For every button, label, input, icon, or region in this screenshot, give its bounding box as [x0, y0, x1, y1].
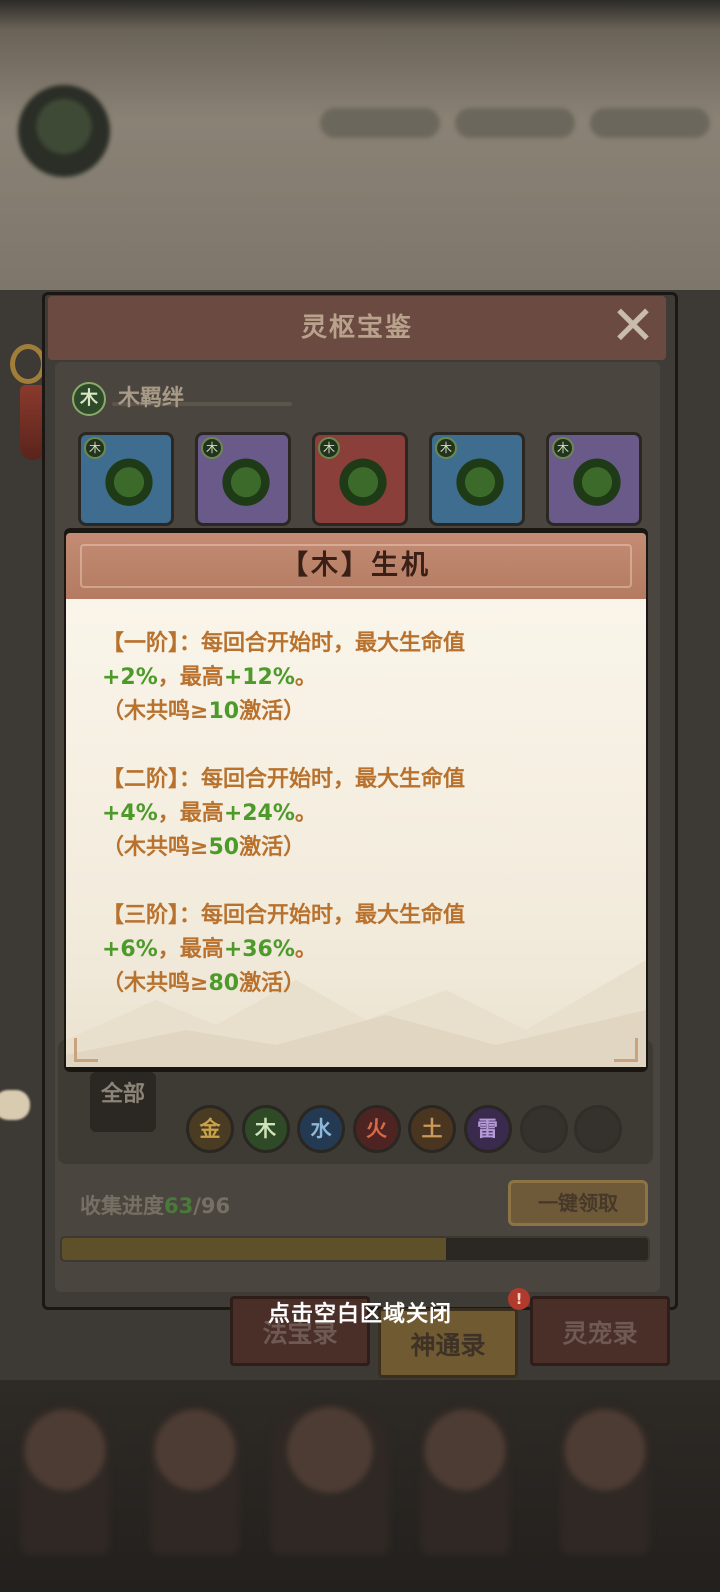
tier-head: 【三阶】：每回合开始时，最大生命值	[102, 903, 466, 928]
codex-panel-title: 灵枢宝鉴	[300, 313, 413, 343]
element-filter-2[interactable]: 木	[241, 1105, 290, 1153]
element-filter-4[interactable]: 火	[352, 1105, 401, 1153]
tier-mid: ，最高	[157, 937, 224, 962]
tassel-ring-ornament	[10, 344, 46, 384]
bond-label: 木羁绊	[118, 386, 185, 411]
character-portrait	[420, 1405, 510, 1555]
element-filter-3[interactable]: 水	[297, 1105, 345, 1153]
element-filter-5[interactable]: 土	[408, 1105, 456, 1153]
tier-condition: （木共鸣≥80激活）	[102, 967, 622, 1001]
currency-slot	[455, 108, 575, 138]
element-filter-1[interactable]: 金	[186, 1105, 234, 1153]
close-icon[interactable]: ✕	[605, 298, 661, 354]
tier-head: 【一阶】：每回合开始时，最大生命值	[102, 631, 466, 656]
player-avatar	[18, 85, 110, 177]
tier-condition: （木共鸣≥50激活）	[102, 831, 622, 865]
tier-condition: （木共鸣≥10激活）	[102, 695, 622, 729]
tier-max: +12%	[223, 665, 295, 690]
filter-all-button[interactable]: 全部	[90, 1072, 156, 1132]
progress-total: 96	[200, 1194, 231, 1218]
chat-bubble-icon[interactable]	[0, 1090, 30, 1120]
tier-cond-post: 激活）	[239, 699, 306, 724]
tier-cond-num: 50	[208, 835, 240, 860]
tier-2: 【二阶】：每回合开始时，最大生命值 +4%，最高+24%。 （木共鸣≥50激活）	[102, 763, 622, 865]
bond-card[interactable]: 木	[546, 432, 642, 526]
wood-element-icon: 木	[72, 382, 106, 416]
tier-bonus: +4%	[102, 801, 158, 826]
character-portrait	[20, 1405, 110, 1555]
element-filter-empty-slot	[520, 1105, 568, 1153]
tier-effect: 【一阶】：每回合开始时，最大生命值	[102, 627, 622, 661]
tier-cond-num: 80	[208, 971, 240, 996]
tier-3: 【三阶】：每回合开始时，最大生命值 +6%，最高+36%。 （木共鸣≥80激活）	[102, 899, 622, 1001]
character-portrait	[270, 1405, 390, 1555]
tier-bonus: +6%	[102, 937, 158, 962]
progress-bar	[60, 1236, 650, 1262]
progress-label: 收集进度	[80, 1194, 164, 1218]
character-portrait	[150, 1405, 240, 1555]
card-art-icon	[222, 457, 270, 513]
tier-max: +36%	[223, 937, 295, 962]
tier-cond-pre: （木共鸣≥	[102, 835, 209, 860]
tier-mid: ，最高	[157, 801, 224, 826]
bond-card[interactable]: 木	[78, 432, 174, 526]
tier-cond-pre: （木共鸣≥	[102, 699, 209, 724]
progress-separator: /	[193, 1194, 201, 1218]
progress-current: 63	[164, 1194, 194, 1218]
tier-1: 【一阶】：每回合开始时，最大生命值 +2%，最高+12%。 （木共鸣≥10激活）	[102, 627, 622, 729]
character-portrait	[560, 1405, 650, 1555]
card-art-icon	[105, 457, 153, 513]
tier-end: 。	[294, 801, 317, 826]
card-art-icon	[339, 457, 387, 513]
card-art-icon	[456, 457, 504, 513]
wood-badge-icon: 木	[318, 437, 340, 459]
progress-bar-fill	[62, 1238, 447, 1260]
tier-end: 。	[294, 665, 317, 690]
bond-card[interactable]: 木	[429, 432, 525, 526]
bond-card[interactable]: 木	[312, 432, 408, 526]
tier-values: +6%，最高+36%。	[102, 933, 622, 967]
popup-corner-ornament	[74, 1038, 98, 1062]
tier-max: +24%	[223, 801, 295, 826]
bond-card[interactable]: 木	[195, 432, 291, 526]
tier-cond-post: 激活）	[239, 971, 306, 996]
tier-effect: 【三阶】：每回合开始时，最大生命值	[102, 899, 622, 933]
tier-mid: ，最高	[157, 665, 224, 690]
tier-effect: 【二阶】：每回合开始时，最大生命值	[102, 763, 622, 797]
wood-badge-icon: 木	[552, 437, 574, 459]
tier-values: +2%，最高+12%。	[102, 661, 622, 695]
claim-all-button[interactable]: 一键领取	[508, 1180, 648, 1226]
popup-corner-ornament	[614, 1038, 638, 1062]
currency-slot	[590, 108, 710, 138]
close-hint[interactable]: 点击空白区域关闭	[0, 1296, 720, 1328]
collection-progress: 收集进度63/96	[80, 1190, 230, 1220]
tier-values: +4%，最高+24%。	[102, 797, 622, 831]
tier-cond-num: 10	[208, 699, 240, 724]
background-top	[0, 0, 720, 290]
wood-badge-icon: 木	[201, 437, 223, 459]
element-filter-empty-slot	[574, 1105, 622, 1153]
currency-slot	[320, 108, 440, 138]
tier-bonus: +2%	[102, 665, 158, 690]
element-filter-6[interactable]: 雷	[463, 1105, 512, 1153]
tier-cond-pre: （木共鸣≥	[102, 971, 209, 996]
popup-title: 【木】生机	[281, 550, 431, 581]
wood-badge-icon: 木	[435, 437, 457, 459]
wood-badge-icon: 木	[84, 437, 106, 459]
card-art-icon	[573, 457, 621, 513]
tier-head: 【二阶】：每回合开始时，最大生命值	[102, 767, 466, 792]
tier-end: 。	[294, 937, 317, 962]
tier-cond-post: 激活）	[239, 835, 306, 860]
